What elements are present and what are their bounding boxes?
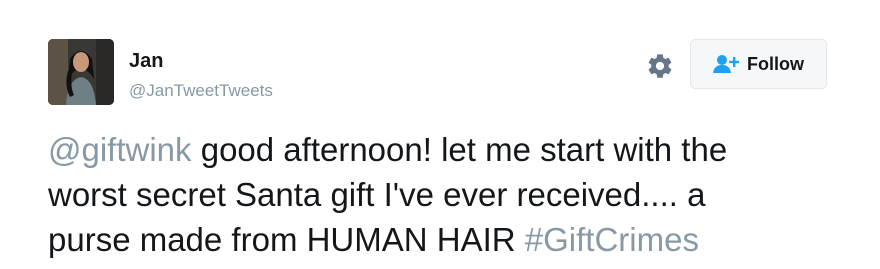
follow-button[interactable]: Follow — [690, 39, 827, 89]
user-name[interactable]: Jan — [129, 49, 163, 73]
tweet-text: @giftwink good afternoon! let me start w… — [48, 127, 848, 262]
hashtag-link[interactable]: #GiftCrimes — [525, 221, 699, 258]
gear-icon[interactable] — [646, 52, 674, 80]
tweet-card: Jan @JanTweetTweets Follow @giftwink goo… — [0, 0, 880, 269]
user-plus-icon — [713, 54, 739, 74]
user-handle[interactable]: @JanTweetTweets — [129, 80, 273, 102]
follow-label: Follow — [747, 53, 804, 74]
avatar[interactable] — [48, 39, 114, 105]
mention-link[interactable]: @giftwink — [48, 131, 192, 168]
tweet-line-3: purse made from HUMAN HAIR #GiftCrimes — [48, 217, 848, 262]
tweet-line-3-text: purse made from HUMAN HAIR — [48, 221, 525, 258]
tweet-line-1-text: good afternoon! let me start with the — [191, 131, 728, 168]
tweet-line-1: @giftwink good afternoon! let me start w… — [48, 127, 848, 172]
avatar-image — [48, 39, 114, 105]
tweet-line-2: worst secret Santa gift I've ever receiv… — [48, 176, 706, 213]
